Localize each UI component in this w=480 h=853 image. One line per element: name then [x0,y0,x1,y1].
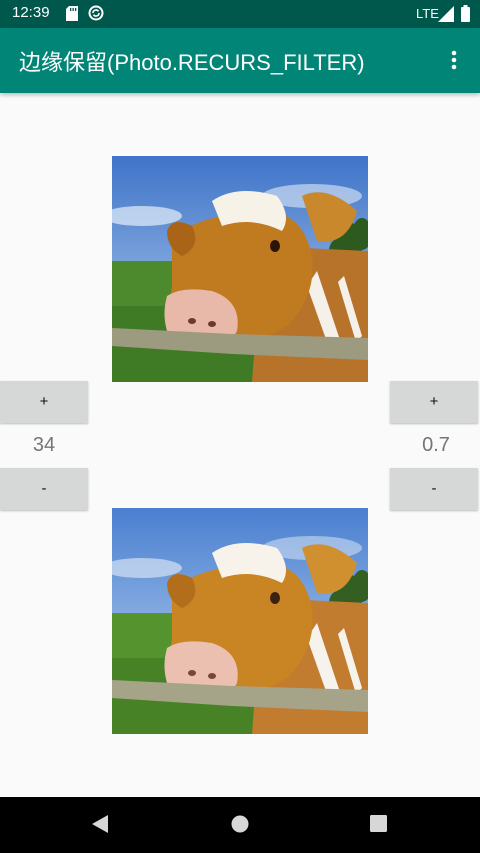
app-bar: 边缘保留(Photo.RECURS_FILTER) [0,28,480,93]
home-icon[interactable] [231,815,249,833]
sd-card-icon [66,6,78,21]
filtered-image [112,508,368,734]
original-image [112,156,368,382]
app-title: 边缘保留(Photo.RECURS_FILTER) [19,50,365,75]
right-increment-button[interactable]: + [390,381,478,423]
navigation-bar [0,797,480,853]
network-type: LTE [416,6,439,21]
signal-icon [438,6,454,22]
recents-icon[interactable] [370,815,387,832]
left-value: 34 [32,434,56,456]
sync-icon [88,5,104,21]
battery-icon [461,5,470,22]
left-decrement-button[interactable]: - [0,468,88,510]
status-time: 12:39 [12,4,50,21]
right-value: 0.7 [422,434,450,456]
left-increment-button[interactable]: + [0,381,88,423]
more-vert-icon[interactable] [444,48,464,72]
back-icon[interactable] [91,814,109,834]
right-decrement-button[interactable]: - [390,468,478,510]
status-bar: 12:39 LTE [0,0,480,28]
